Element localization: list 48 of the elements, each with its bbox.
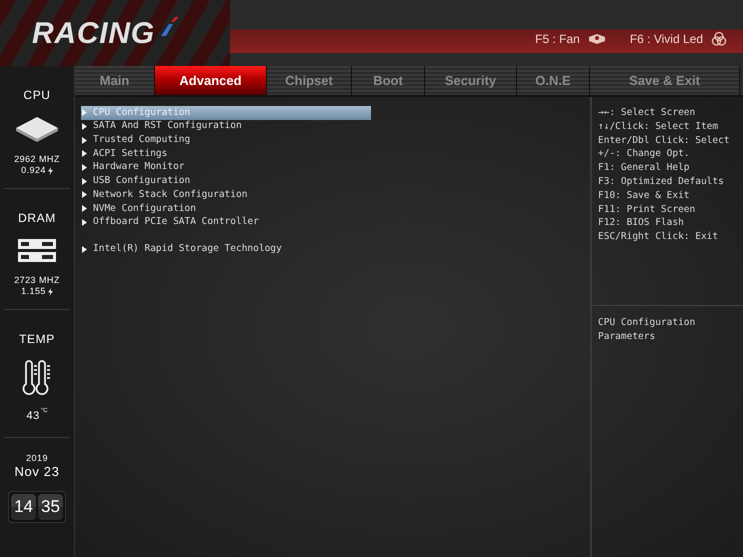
fan-box-icon: [588, 33, 606, 45]
led-circles-icon: [711, 31, 727, 47]
menu-item[interactable]: SATA And RST Configuration: [81, 120, 371, 134]
logo-mark-icon: [158, 16, 181, 38]
help-line: F1: General Help: [598, 162, 691, 175]
thermometer-icon: [21, 360, 53, 396]
triangle-icon: [82, 246, 87, 253]
hotkey-label[interactable]: F5 : Fan: [535, 30, 580, 48]
help-line: →←: Select Screen: [598, 107, 696, 120]
menu-item[interactable]: Intel(R) Rapid Storage Technology: [81, 242, 371, 256]
voltage-value: 1.155: [21, 286, 46, 297]
clock-minute: 35: [38, 494, 63, 520]
tab[interactable]: Save & Exit: [590, 66, 740, 95]
tab[interactable]: Boot: [352, 66, 425, 95]
chip-icon: [15, 116, 59, 142]
memory-module-icon: [18, 239, 56, 263]
help-description: CPU Configuration Parameters: [598, 316, 696, 344]
voltage-value: 0.924: [21, 165, 46, 176]
menu-item[interactable]: ACPI Settings: [81, 147, 371, 161]
logo-text: RACING: [32, 16, 155, 52]
date-day: Nov 23: [14, 465, 60, 479]
help-line: ↑↓/Click: Select Item: [598, 120, 720, 134]
menu-item[interactable]: NVMe Configuration: [81, 202, 371, 216]
help-line: F12: BIOS Flash: [598, 217, 685, 230]
frequency-value: 2723 MHZ: [14, 275, 60, 286]
menu-item[interactable]: Hardware Monitor: [81, 160, 371, 174]
sensor-label: CPU: [23, 87, 51, 104]
menu-item[interactable]: Network Stack Configuration: [81, 188, 371, 202]
tab[interactable]: O.N.E: [517, 66, 590, 95]
frequency-value: 2962 MHZ: [14, 154, 60, 165]
menu-item[interactable]: USB Configuration: [81, 174, 371, 188]
help-line: ESC/Right Click: Exit: [598, 231, 720, 244]
temperature-value: 43: [26, 409, 40, 424]
menu-item[interactable]: Offboard PCIe SATA Controller: [81, 216, 371, 230]
help-line: +/-: Change Opt.: [598, 148, 691, 162]
clock-hour: 14: [11, 494, 36, 520]
help-line: F3: Optimized Defaults: [598, 176, 725, 189]
date-year: 2019: [26, 452, 48, 464]
help-line: F10: Save & Exit: [598, 190, 691, 203]
sensor-label: TEMP: [19, 331, 55, 348]
hotkey-label[interactable]: F6 : Vivid Led: [630, 30, 703, 48]
help-line: Enter/Dbl Click: Select: [598, 134, 731, 148]
menu-item[interactable]: Trusted Computing: [81, 133, 371, 148]
voltage-icon: [48, 166, 53, 174]
tab[interactable]: Advanced: [155, 66, 267, 95]
voltage-icon: [48, 288, 53, 296]
sensor-label: DRAM: [18, 210, 56, 227]
help-line: F11: Print Screen: [598, 204, 696, 216]
